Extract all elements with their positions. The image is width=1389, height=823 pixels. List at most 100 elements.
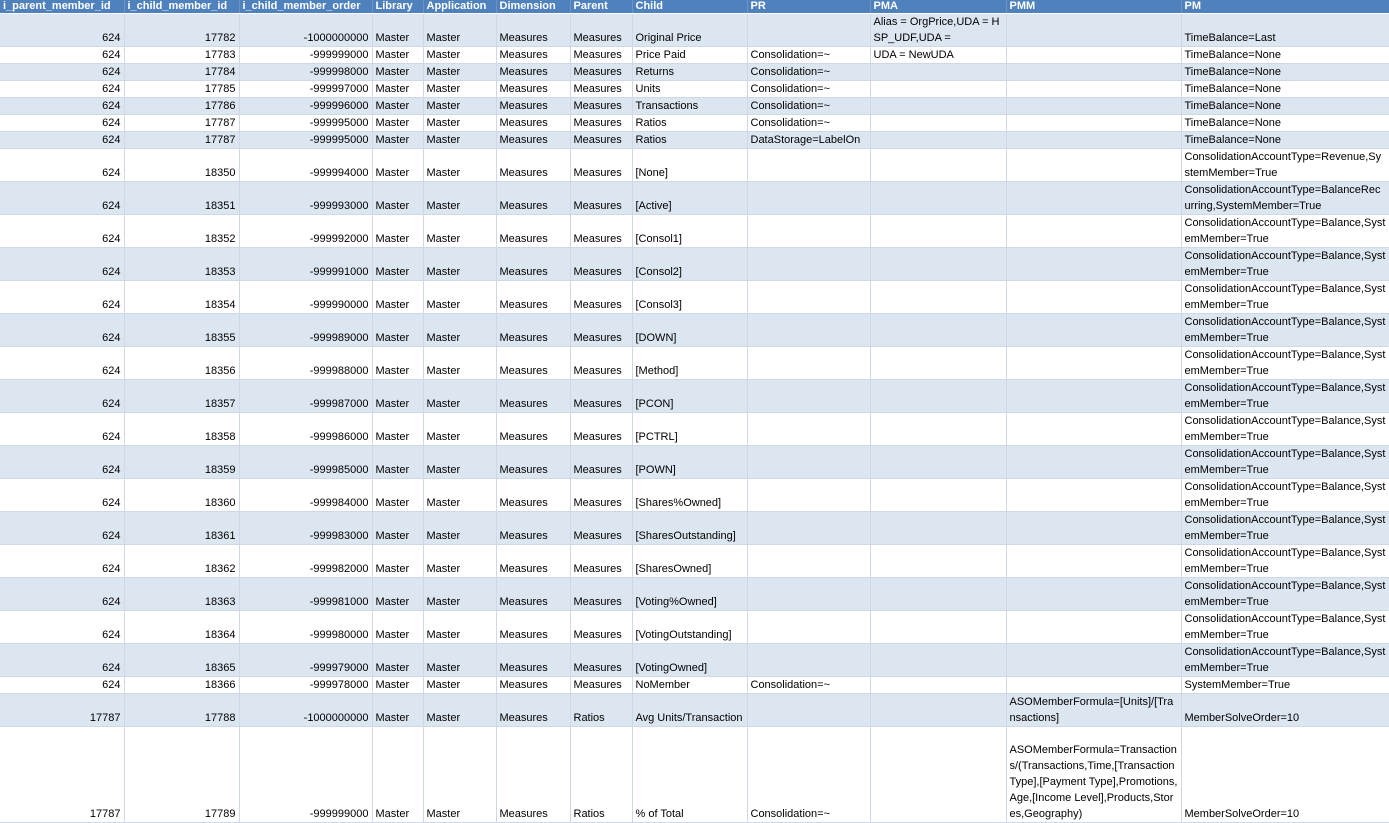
cell-child[interactable]: [POWN] <box>632 445 748 479</box>
cell-child[interactable]: [DOWN] <box>632 313 748 347</box>
cell-library[interactable]: Master <box>372 511 424 545</box>
cell-pmm[interactable] <box>1006 346 1182 380</box>
cell-pmm[interactable] <box>1006 610 1182 644</box>
cell-pm[interactable]: MemberSolveOrder=10 <box>1181 693 1389 727</box>
cell-pma[interactable] <box>870 114 1007 132</box>
cell-pmm[interactable] <box>1006 46 1182 64</box>
cell-child-order[interactable]: -999979000 <box>239 643 373 677</box>
cell-application[interactable]: Master <box>423 412 497 446</box>
table-row[interactable]: 624 17786 -999996000 Master Master Measures Me… <box>0 97 1389 115</box>
cell-parent[interactable]: Measures <box>570 643 633 677</box>
cell-child-order[interactable]: -999989000 <box>239 313 373 347</box>
table-row[interactable]: 624 17783 -999999000 Master Master Measures Me… <box>0 46 1389 64</box>
cell-parent-id[interactable]: 624 <box>0 131 125 149</box>
cell-library[interactable]: Master <box>372 80 424 98</box>
cell-parent[interactable]: Measures <box>570 346 633 380</box>
cell-child-id[interactable]: 18361 <box>124 511 240 545</box>
cell-application[interactable]: Master <box>423 643 497 677</box>
cell-application[interactable]: Master <box>423 214 497 248</box>
cell-application[interactable]: Master <box>423 379 497 413</box>
cell-parent-id[interactable]: 624 <box>0 280 125 314</box>
cell-dimension[interactable]: Measures <box>496 46 571 64</box>
cell-child-order[interactable]: -999983000 <box>239 511 373 545</box>
column-header-library[interactable]: Library <box>372 0 424 14</box>
cell-child-order[interactable]: -999982000 <box>239 544 373 578</box>
cell-pmm[interactable] <box>1006 247 1182 281</box>
cell-child-order[interactable]: -999999000 <box>239 46 373 64</box>
cell-child[interactable]: [Consol3] <box>632 280 748 314</box>
table-row[interactable]: 624 18364 -999980000 Master Master Measures Me… <box>0 610 1389 644</box>
cell-parent-id[interactable]: 624 <box>0 379 125 413</box>
cell-dimension[interactable]: Measures <box>496 131 571 149</box>
cell-application[interactable]: Master <box>423 346 497 380</box>
table-row[interactable]: 624 18359 -999985000 Master Master Measures Me… <box>0 445 1389 479</box>
cell-pma[interactable] <box>870 676 1007 694</box>
cell-dimension[interactable]: Measures <box>496 445 571 479</box>
cell-child-order[interactable]: -999994000 <box>239 148 373 182</box>
cell-library[interactable]: Master <box>372 412 424 446</box>
cell-application[interactable]: Master <box>423 726 497 823</box>
cell-pm[interactable]: TimeBalance=None <box>1181 63 1389 81</box>
cell-parent[interactable]: Measures <box>570 148 633 182</box>
cell-dimension[interactable]: Measures <box>496 148 571 182</box>
cell-pr[interactable] <box>747 412 871 446</box>
table-row[interactable]: 17787 17788 -1000000000 Master Master Measure… <box>0 693 1389 727</box>
cell-pma[interactable] <box>870 80 1007 98</box>
cell-pr[interactable] <box>747 478 871 512</box>
cell-child[interactable]: Ratios <box>632 131 748 149</box>
cell-child[interactable]: [Voting%Owned] <box>632 577 748 611</box>
cell-child-id[interactable]: 18364 <box>124 610 240 644</box>
cell-child-order[interactable]: -999980000 <box>239 610 373 644</box>
cell-pm[interactable]: ConsolidationAccountType=Balance,SystemM… <box>1181 247 1389 281</box>
cell-dimension[interactable]: Measures <box>496 412 571 446</box>
cell-pma[interactable] <box>870 214 1007 248</box>
cell-pma[interactable] <box>870 544 1007 578</box>
cell-parent[interactable]: Measures <box>570 676 633 694</box>
cell-library[interactable]: Master <box>372 13 424 47</box>
cell-child[interactable]: [Active] <box>632 181 748 215</box>
cell-pm[interactable]: ConsolidationAccountType=Balance,SystemM… <box>1181 643 1389 677</box>
cell-pma[interactable] <box>870 181 1007 215</box>
cell-parent-id[interactable]: 624 <box>0 478 125 512</box>
cell-pmm[interactable] <box>1006 114 1182 132</box>
cell-child-id[interactable]: 18358 <box>124 412 240 446</box>
table-row[interactable]: 624 18363 -999981000 Master Master Measures Me… <box>0 577 1389 611</box>
cell-application[interactable]: Master <box>423 610 497 644</box>
cell-child[interactable]: NoMember <box>632 676 748 694</box>
cell-pma[interactable] <box>870 131 1007 149</box>
cell-library[interactable]: Master <box>372 726 424 823</box>
cell-pma[interactable] <box>870 280 1007 314</box>
cell-parent-id[interactable]: 624 <box>0 148 125 182</box>
cell-pma[interactable] <box>870 610 1007 644</box>
cell-child[interactable]: [Shares%Owned] <box>632 478 748 512</box>
cell-child[interactable]: [Consol2] <box>632 247 748 281</box>
column-header-child-id[interactable]: i_child_member_id <box>124 0 240 14</box>
cell-pm[interactable]: TimeBalance=Last <box>1181 13 1389 47</box>
cell-child[interactable]: Price Paid <box>632 46 748 64</box>
cell-pr[interactable] <box>747 379 871 413</box>
cell-dimension[interactable]: Measures <box>496 97 571 115</box>
table-row[interactable]: 624 18353 -999991000 Master Master Measures Me… <box>0 247 1389 281</box>
cell-child[interactable]: [Method] <box>632 346 748 380</box>
cell-parent[interactable]: Measures <box>570 412 633 446</box>
cell-pr[interactable]: Consolidation=~ <box>747 97 871 115</box>
table-row[interactable]: 624 18352 -999992000 Master Master Measures Me… <box>0 214 1389 248</box>
cell-parent[interactable]: Measures <box>570 577 633 611</box>
cell-application[interactable]: Master <box>423 544 497 578</box>
cell-application[interactable]: Master <box>423 676 497 694</box>
cell-pm[interactable]: TimeBalance=None <box>1181 114 1389 132</box>
cell-pm[interactable]: ConsolidationAccountType=Balance,SystemM… <box>1181 577 1389 611</box>
cell-parent-id[interactable]: 624 <box>0 544 125 578</box>
cell-application[interactable]: Master <box>423 131 497 149</box>
cell-pmm[interactable]: ASOMemberFormula=[Units]/[Transactions] <box>1006 693 1182 727</box>
cell-child-order[interactable]: -999999000 <box>239 726 373 823</box>
cell-pmm[interactable]: ASOMemberFormula=Transactions/(Transacti… <box>1006 726 1182 823</box>
cell-child-id[interactable]: 18350 <box>124 148 240 182</box>
cell-pma[interactable] <box>870 478 1007 512</box>
cell-dimension[interactable]: Measures <box>496 63 571 81</box>
cell-pr[interactable] <box>747 577 871 611</box>
cell-dimension[interactable]: Measures <box>496 247 571 281</box>
cell-child-id[interactable]: 17787 <box>124 131 240 149</box>
cell-parent[interactable]: Measures <box>570 97 633 115</box>
cell-application[interactable]: Master <box>423 693 497 727</box>
